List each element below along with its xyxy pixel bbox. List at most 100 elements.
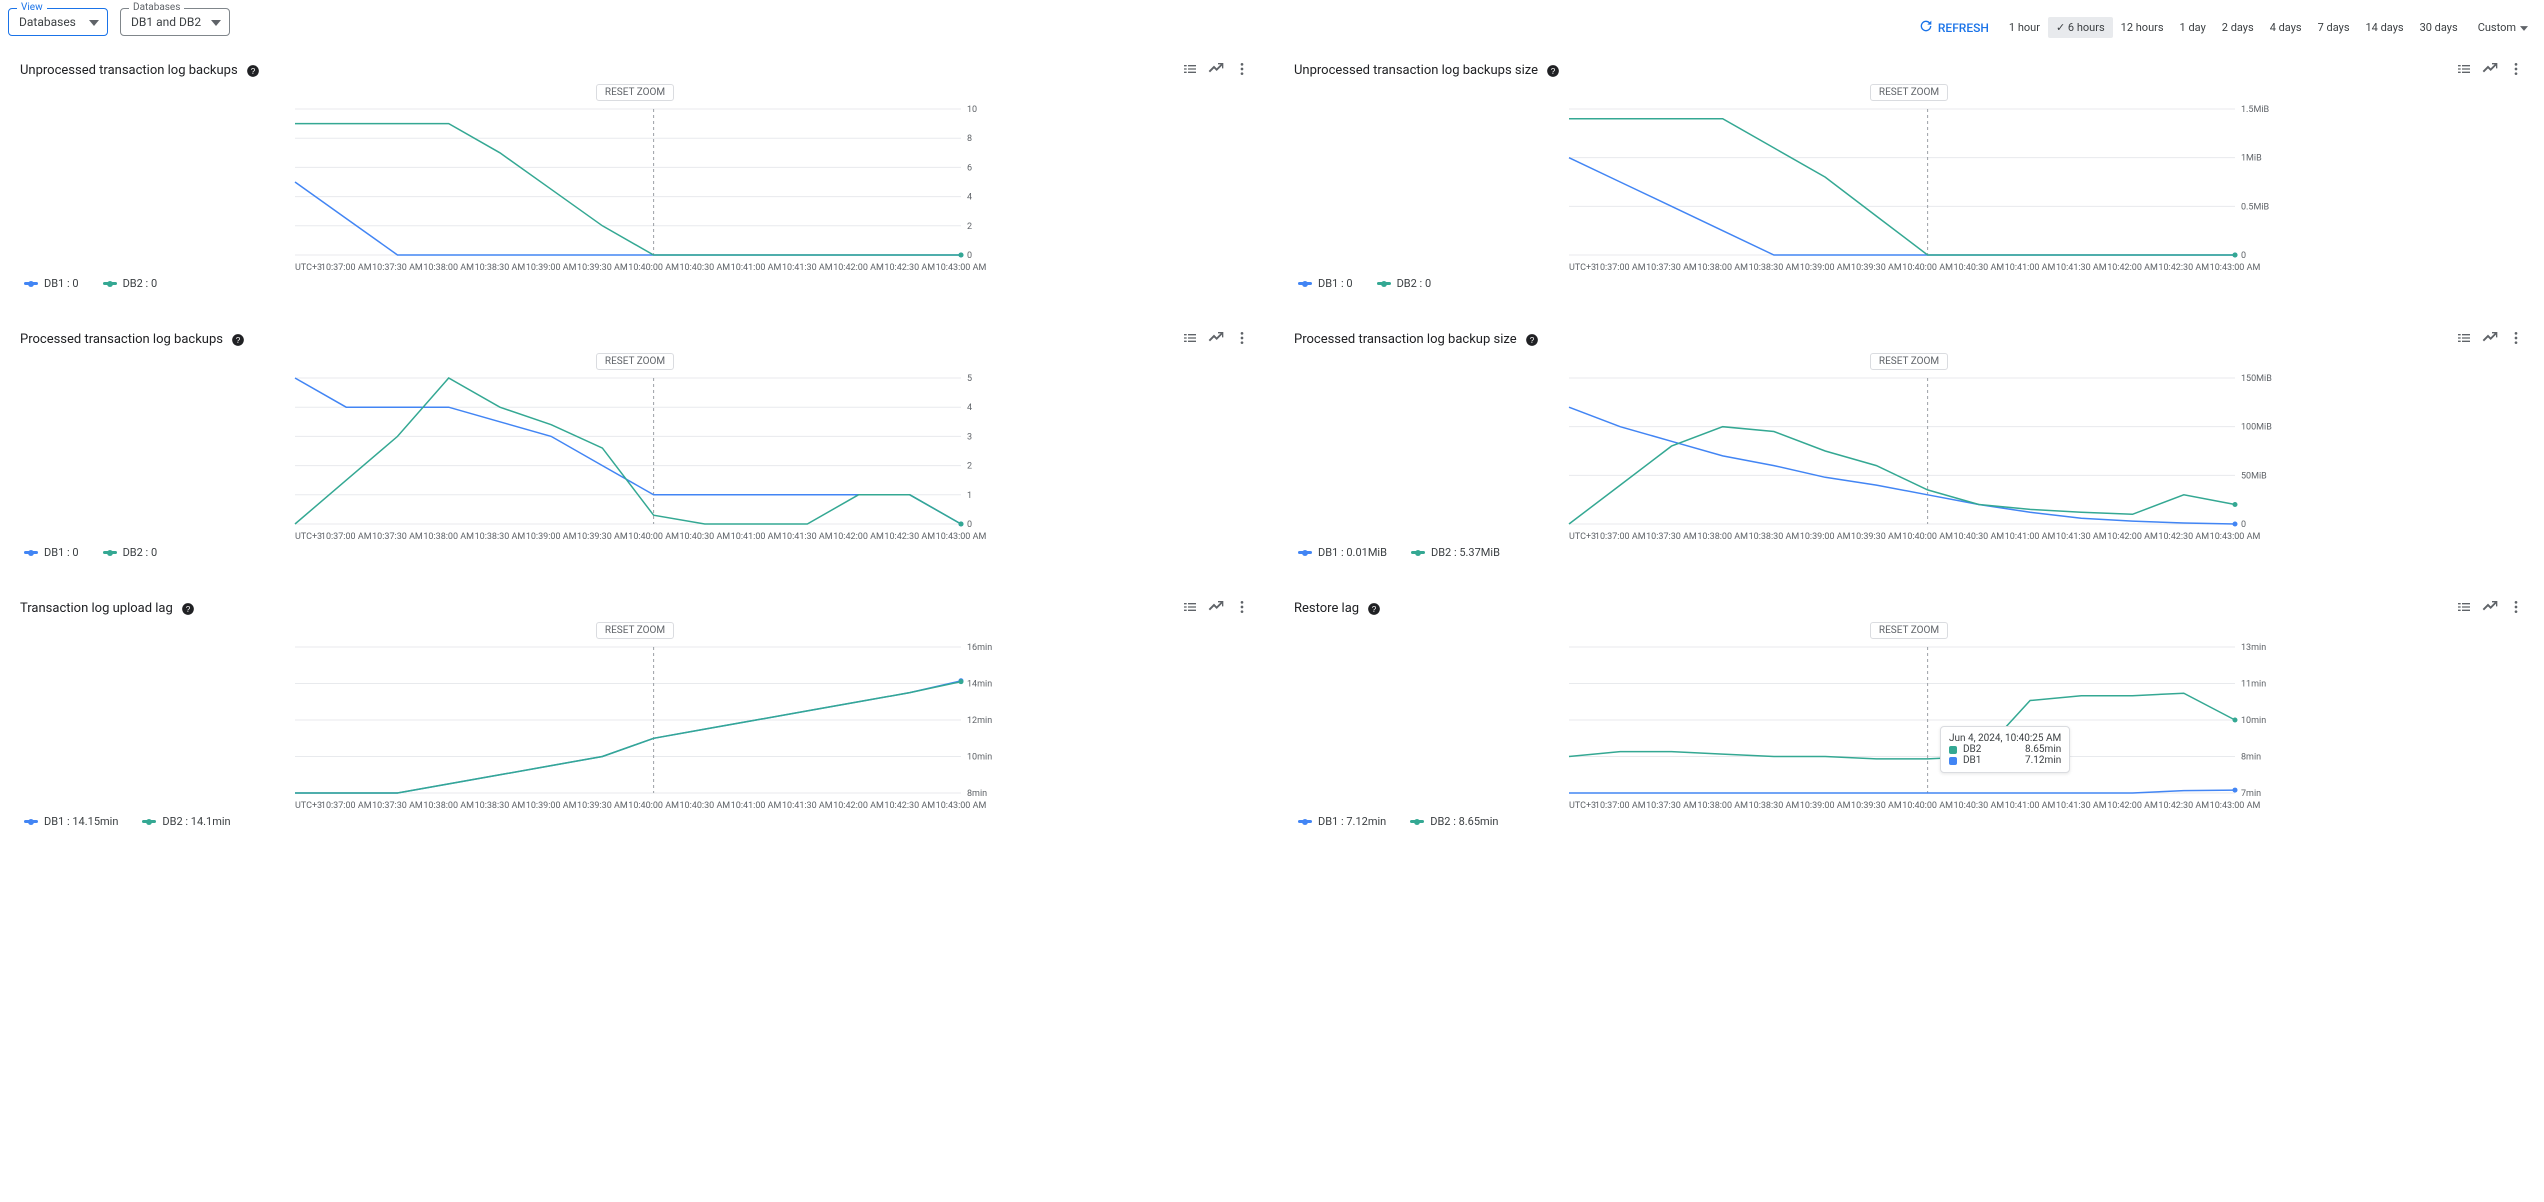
legend-item-db2[interactable]: DB2 : 8.65min [1410,815,1498,828]
help-icon[interactable]: ? [231,333,245,347]
help-icon[interactable]: ? [246,64,260,78]
y-tick: 150MiB [2241,374,2272,384]
time-range-7-days[interactable]: 7 days [2310,17,2358,38]
svg-text:?: ? [236,335,241,344]
y-tick: 1 [967,491,972,501]
legend-label: DB2 : 0 [1397,277,1432,290]
y-tick: 7min [2241,789,2261,799]
x-tick: 10:42:30 AM [2158,801,2209,811]
more-options-icon[interactable] [1234,599,1250,618]
x-tick: 10:39:00 AM [1800,801,1851,811]
y-tick: 4 [967,403,972,413]
explore-icon[interactable] [1208,330,1224,349]
x-tick: 10:38:00 AM [423,532,474,542]
x-tick: 10:41:30 AM [782,801,833,811]
legend-item-db1[interactable]: DB1 : 14.15min [24,815,118,828]
time-range-2-days[interactable]: 2 days [2214,17,2262,38]
chart-plot-area[interactable]: 012345UTC+310:37:00 AM10:37:30 AM10:38:0… [20,372,1250,542]
x-tick: 10:41:30 AM [2056,263,2107,273]
legend-item-db1[interactable]: DB1 : 7.12min [1298,815,1386,828]
time-range-6-hours[interactable]: 6 hours [2048,17,2113,38]
legend-toggle-icon[interactable] [2456,330,2472,349]
databases-select[interactable]: Databases DB1 and DB2 [120,8,230,36]
x-tick: 10:43:00 AM [2210,263,2261,273]
legend-label: DB1 : 14.15min [44,815,118,828]
reset-zoom-button[interactable]: RESET ZOOM [596,622,674,639]
explore-icon[interactable] [2482,61,2498,80]
legend-toggle-icon[interactable] [1182,330,1198,349]
y-tick: 50MiB [2241,471,2267,481]
help-icon[interactable]: ? [181,602,195,616]
legend-toggle-icon[interactable] [1182,61,1198,80]
legend-item-db2[interactable]: DB2 : 0 [103,277,158,290]
chart-plot-area[interactable]: 7min8min10min11min13minUTC+310:37:00 AM1… [1294,641,2524,811]
y-tick: 10min [2241,716,2266,726]
explore-icon[interactable] [2482,599,2498,618]
reset-zoom-button[interactable]: RESET ZOOM [1870,84,1948,101]
help-icon[interactable]: ? [1367,602,1381,616]
x-tick: 10:40:30 AM [680,263,731,273]
time-range-1-day[interactable]: 1 day [2172,17,2214,38]
more-options-icon[interactable] [2508,599,2524,618]
reset-zoom-button[interactable]: RESET ZOOM [596,84,674,101]
view-select[interactable]: View Databases [8,8,108,36]
chart-legend: DB1 : 7.12min DB2 : 8.65min [1294,815,2524,828]
legend-toggle-icon[interactable] [2456,61,2472,80]
legend-item-db2[interactable]: DB2 : 0 [103,546,158,559]
refresh-button[interactable]: REFRESH [1910,14,1997,41]
x-tick: 10:40:30 AM [1954,801,2005,811]
x-tick: 10:38:30 AM [475,801,526,811]
chart-plot-area[interactable]: 050MiB100MiB150MiBUTC+310:37:00 AM10:37:… [1294,372,2524,542]
x-tick: 10:37:30 AM [1646,801,1697,811]
y-tick: 4 [967,193,972,203]
x-tick: 10:42:00 AM [833,801,884,811]
chart-plot-area[interactable]: 00.5MiB1MiB1.5MiBUTC+310:37:00 AM10:37:3… [1294,103,2524,273]
chart-plot-area[interactable]: 8min10min12min14min16minUTC+310:37:00 AM… [20,641,1250,811]
reset-zoom-button[interactable]: RESET ZOOM [1870,622,1948,639]
x-tick: 10:38:30 AM [475,532,526,542]
help-icon[interactable]: ? [1525,333,1539,347]
help-icon[interactable]: ? [1546,64,1560,78]
legend-item-db2[interactable]: DB2 : 14.1min [142,815,230,828]
x-tick: 10:41:00 AM [731,532,782,542]
chart-plot-area[interactable]: 0246810UTC+310:37:00 AM10:37:30 AM10:38:… [20,103,1250,273]
y-tick: 16min [967,643,992,653]
more-options-icon[interactable] [1234,330,1250,349]
legend-toggle-icon[interactable] [1182,599,1198,618]
x-tick: 10:40:00 AM [628,263,679,273]
time-range-14-days[interactable]: 14 days [2358,17,2412,38]
more-options-icon[interactable] [2508,330,2524,349]
time-range-1-hour[interactable]: 1 hour [2001,17,2048,38]
legend-label: DB2 : 14.1min [162,815,230,828]
reset-zoom-button[interactable]: RESET ZOOM [1870,353,1948,370]
legend-swatch [103,282,117,285]
custom-range-button[interactable]: Custom [2470,17,2536,38]
legend-item-db1[interactable]: DB1 : 0 [1298,277,1353,290]
more-options-icon[interactable] [2508,61,2524,80]
reset-zoom-button[interactable]: RESET ZOOM [596,353,674,370]
legend-item-db2[interactable]: DB2 : 5.37MiB [1411,546,1500,559]
explore-icon[interactable] [1208,61,1224,80]
x-tick: 10:40:30 AM [1954,532,2005,542]
legend-item-db2[interactable]: DB2 : 0 [1377,277,1432,290]
legend-item-db1[interactable]: DB1 : 0 [24,546,79,559]
y-tick: 0 [967,520,972,530]
time-range-4-days[interactable]: 4 days [2262,17,2310,38]
x-tick: 10:38:00 AM [1697,801,1748,811]
explore-icon[interactable] [2482,330,2498,349]
legend-item-db1[interactable]: DB1 : 0 [24,277,79,290]
x-tick: 10:42:00 AM [2107,263,2158,273]
chart-title: Processed transaction log backups [20,332,223,347]
explore-icon[interactable] [1208,599,1224,618]
x-tick: 10:40:30 AM [680,532,731,542]
chart-legend: DB1 : 0.01MiB DB2 : 5.37MiB [1294,546,2524,559]
y-tick: 13min [2241,643,2266,653]
time-range-30-days[interactable]: 30 days [2412,17,2466,38]
time-range-12-hours[interactable]: 12 hours [2113,17,2172,38]
tz-label: UTC+3 [1569,801,1596,811]
chevron-down-icon [2520,21,2528,34]
legend-toggle-icon[interactable] [2456,599,2472,618]
x-tick: 10:40:00 AM [628,801,679,811]
legend-item-db1[interactable]: DB1 : 0.01MiB [1298,546,1387,559]
more-options-icon[interactable] [1234,61,1250,80]
